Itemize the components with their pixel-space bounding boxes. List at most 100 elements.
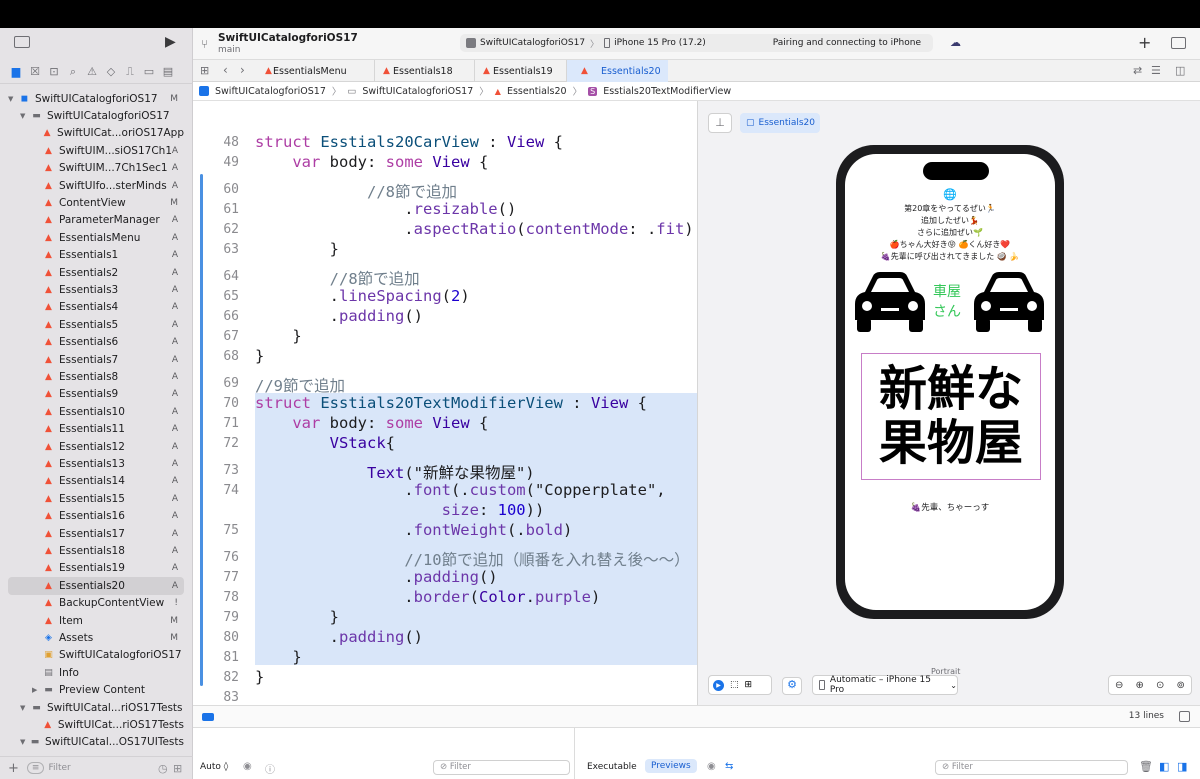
tree-item[interactable]: ▲ Essentials18 A: [8, 542, 184, 559]
variants-icon[interactable]: ⊞: [745, 680, 753, 690]
inspector-toggle-icon[interactable]: [1171, 37, 1186, 49]
grid-icon[interactable]: ⊞: [200, 64, 209, 77]
tree-item[interactable]: ▲ Essentials9 A: [8, 386, 184, 403]
code-line[interactable]: var body: some View {: [255, 414, 488, 432]
tree-item[interactable]: ▲ SwiftUICat...riOS17Tests: [8, 716, 184, 733]
tree-item[interactable]: ▤ Info: [8, 664, 184, 681]
code-line[interactable]: .resizable(): [255, 200, 516, 218]
tree-item[interactable]: ▲ Essentials17 A: [8, 525, 184, 542]
selectable-icon[interactable]: ⬚: [730, 680, 739, 690]
editor-options-icon[interactable]: ☰: [1151, 64, 1161, 77]
chevron-down-icon[interactable]: ▼: [20, 112, 30, 120]
code-line[interactable]: Text("新鮮な果物屋"): [255, 461, 535, 483]
code-line[interactable]: }: [255, 347, 264, 365]
code-line[interactable]: .font(.custom("Copperplate",: [255, 481, 665, 499]
tree-item[interactable]: ▲ Essentials4 A: [8, 299, 184, 316]
console-filter[interactable]: ⊘ Filter: [935, 760, 1128, 775]
test-icon[interactable]: ◇: [103, 64, 119, 80]
tree-item[interactable]: ▣ SwiftUICatalogforiOS17: [8, 647, 184, 664]
tab-essentials18[interactable]: ▲ Essentials18: [375, 60, 475, 82]
tree-item[interactable]: ▼ ▬ SwiftUICatalogforiOS17: [8, 107, 184, 124]
code-line[interactable]: struct Esstials20TextModifierView : View…: [255, 394, 647, 412]
chevron-down-icon[interactable]: ▼: [20, 738, 29, 746]
code-line[interactable]: var body: some View {: [255, 153, 488, 171]
tree-item[interactable]: ▲ Essentials1 A: [8, 247, 184, 264]
tree-item[interactable]: ▲ Essentials10 A: [8, 403, 184, 420]
code-line[interactable]: .aspectRatio(contentMode: .fit): [255, 220, 693, 238]
tree-item[interactable]: ▲ SwiftUIM...siOS17Ch1 A: [8, 142, 184, 159]
tree-item[interactable]: ▲ EssentialsMenu A: [8, 229, 184, 246]
toggle-icon[interactable]: ⇆: [725, 761, 733, 772]
tree-item[interactable]: ▲ Essentials8 A: [8, 368, 184, 385]
forward-icon[interactable]: ›: [240, 63, 245, 77]
tree-item[interactable]: ▲ Essentials2 A: [8, 264, 184, 281]
code-line[interactable]: .fontWeight(.bold): [255, 521, 572, 539]
chevron-down-icon[interactable]: ▼: [8, 95, 18, 103]
add-icon[interactable]: +: [8, 761, 19, 776]
tree-item[interactable]: ▼ ◼ SwiftUICatalogforiOS17 M: [8, 90, 184, 107]
debug-icon[interactable]: ⎍: [122, 64, 138, 80]
tree-item[interactable]: ▲ Essentials7 A: [8, 351, 184, 368]
code-line[interactable]: .padding(): [255, 568, 497, 586]
code-line[interactable]: //10節で追加（順番を入れ替え後〜〜）: [255, 548, 689, 570]
code-line[interactable]: .padding(): [255, 307, 423, 325]
scm-filter-icon[interactable]: ⊞: [173, 762, 182, 775]
tree-item[interactable]: ▲ SwiftUIM...7Ch1Sec1 A: [8, 160, 184, 177]
report-icon[interactable]: ▤: [160, 64, 176, 80]
tree-item[interactable]: ▼ ▬ SwiftUICatal...OS17UITests: [8, 734, 184, 751]
code-line[interactable]: }: [255, 648, 301, 666]
executable-label[interactable]: Executable: [587, 762, 637, 772]
tree-item[interactable]: ▲ Essentials11 A: [8, 421, 184, 438]
pin-icon[interactable]: ⊥: [708, 113, 732, 133]
breadcrumb-project[interactable]: SwiftUICatalogforiOS17: [215, 86, 326, 97]
code-line[interactable]: }: [255, 608, 339, 626]
tab-essentials-menu[interactable]: ▲ EssentialsMenu: [255, 60, 375, 82]
breadcrumb-symbol[interactable]: Esstials20TextModifierView: [603, 86, 731, 97]
breakpoint-icon[interactable]: ▭: [141, 64, 157, 80]
code-line[interactable]: //9節で追加: [255, 374, 345, 396]
zoom-fit-icon[interactable]: ⊙: [1156, 680, 1164, 691]
tree-item[interactable]: ▲ SwiftUICat...oriOS17App: [8, 125, 184, 142]
previews-label[interactable]: Previews: [645, 759, 697, 773]
code-line[interactable]: .lineSpacing(2): [255, 287, 470, 305]
split-right-icon[interactable]: ◨: [1177, 760, 1187, 773]
live-play-icon[interactable]: ▶: [713, 679, 724, 691]
tree-item[interactable]: ▲ Essentials6 A: [8, 334, 184, 351]
tree-item[interactable]: ▲ Essentials16 A: [8, 508, 184, 525]
code-line[interactable]: struct Esstials20CarView : View {: [255, 133, 563, 151]
chevron-right-icon[interactable]: ▶: [32, 686, 42, 694]
find-icon[interactable]: ⌕: [65, 64, 81, 80]
tree-item[interactable]: ◈ Assets M: [8, 629, 184, 646]
sidebar-toggle-icon[interactable]: [14, 36, 30, 48]
preview-chip[interactable]: ▢ Essentials20: [740, 113, 820, 133]
tree-item[interactable]: ▼ ▬ SwiftUICatal...riOS17Tests: [8, 699, 184, 716]
back-icon[interactable]: ‹: [223, 63, 228, 77]
code-line[interactable]: .border(Color.purple): [255, 588, 600, 606]
tree-item[interactable]: ▲ Essentials15 A: [8, 490, 184, 507]
add-icon[interactable]: +: [1138, 33, 1151, 52]
breadcrumb-folder[interactable]: SwiftUICatalogforiOS17: [362, 86, 473, 97]
sidebar-filter[interactable]: + ≡ Filter ◷ ⊞: [0, 756, 193, 779]
auto-select[interactable]: Auto ◊: [200, 762, 228, 772]
info-icon[interactable]: ⓘ: [265, 761, 275, 776]
debug-area-toggle-icon[interactable]: [202, 713, 214, 721]
tree-item[interactable]: ▶ ▬ Preview Content: [8, 682, 184, 699]
variables-filter[interactable]: ⊘ Filter: [433, 760, 570, 775]
tree-item[interactable]: ▲ Essentials13 A: [8, 455, 184, 472]
code-line[interactable]: size: 100)): [255, 501, 545, 519]
scheme-device[interactable]: iPhone 15 Pro (17.2): [614, 38, 706, 48]
source-control-icon[interactable]: ☒: [27, 64, 43, 80]
tree-item[interactable]: ▲ ContentView M: [8, 194, 184, 211]
tree-item[interactable]: ▲ Essentials14 A: [8, 473, 184, 490]
code-line[interactable]: VStack{: [255, 434, 395, 452]
tree-item[interactable]: ▲ Essentials12 A: [8, 438, 184, 455]
code-editor[interactable]: 48 struct Esstials20CarView : View {49 va…: [193, 101, 697, 705]
zoom-out-icon[interactable]: ⊖: [1115, 680, 1123, 691]
project-navigator-icon[interactable]: ▆: [8, 64, 24, 80]
code-line[interactable]: }: [255, 668, 264, 686]
eye-icon[interactable]: ◉: [243, 761, 252, 772]
code-line[interactable]: }: [255, 327, 301, 345]
device-settings-icon[interactable]: ⚙: [782, 677, 802, 695]
panel-toggle-icon[interactable]: [1179, 711, 1190, 722]
tree-item[interactable]: ▲ Essentials20 A: [8, 577, 184, 595]
